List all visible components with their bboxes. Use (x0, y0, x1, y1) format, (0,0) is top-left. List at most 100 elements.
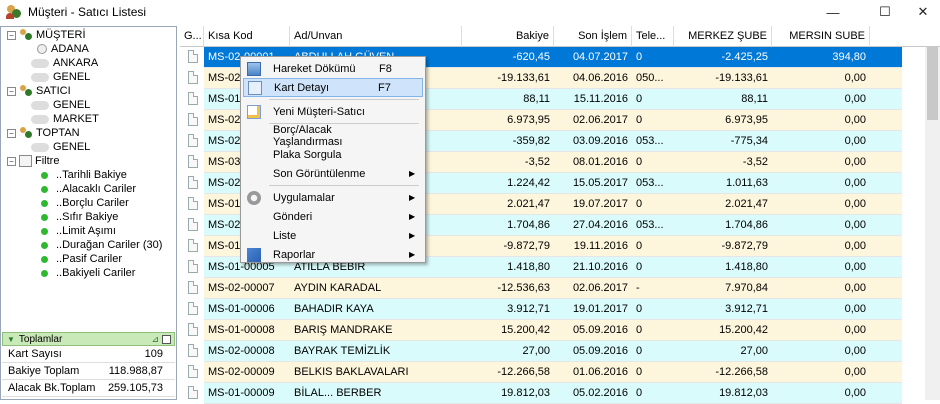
table-cell: 27,00 (522, 345, 550, 357)
vertical-scrollbar[interactable] (925, 47, 940, 400)
status-dot-icon (41, 227, 48, 235)
menu-item-yeni-müşteri-satıcı[interactable]: Yeni Müşteri-Satıcı (243, 102, 423, 121)
column-header-name[interactable]: Ad/Unvan (290, 26, 462, 47)
tree-item-genel[interactable]: GENEL (31, 70, 90, 84)
table-row[interactable]: MS-01-00006 BAHADIR KAYA 3.912,71 19.01.201… (180, 299, 902, 320)
tree-group-label: MÜŞTERİ (36, 29, 86, 41)
column-header-phone[interactable]: Tele... (632, 26, 674, 47)
table-cell: 04.06.2016 (572, 72, 628, 84)
status-dot-icon (41, 185, 48, 193)
table-cell: 2.021,47 (507, 198, 550, 210)
filter-item[interactable]: ..Bakiyeli Cariler (41, 266, 135, 280)
document-icon (180, 131, 204, 152)
category-icon (31, 72, 49, 82)
grid-header: G... Kısa Kod Ad/Unvan Bakiye Son İşlem … (180, 26, 940, 47)
collapse-icon[interactable]: − (7, 86, 16, 96)
table-row[interactable]: MS-02-00009 BELKIS BAKLAVALARI -12.266,58 0… (180, 362, 902, 383)
movement-report-icon (247, 61, 261, 76)
group-people-icon (19, 85, 33, 97)
tree-group-filtre[interactable]: − Filtre (7, 154, 59, 168)
table-cell: 03.09.2016 (572, 135, 628, 147)
table-cell: MS-02-00007 (208, 282, 275, 294)
minimize-button[interactable]: — (810, 0, 856, 24)
table-cell: 15.11.2016 (573, 93, 628, 105)
menu-item-kart-detayı[interactable]: Kart Detayı F7 (243, 78, 423, 97)
filter-item[interactable]: ..Durağan Cariler (30) (41, 238, 162, 252)
table-cell: 7.970,84 (725, 282, 768, 294)
table-cell: -9.872,79 (721, 240, 768, 252)
tree-group-toptan[interactable]: − TOPTAN (7, 126, 80, 140)
table-row[interactable]: MS-02-00008 BAYRAK TEMİZLİK 27,00 05.09.201… (180, 341, 902, 362)
tree-item-adana[interactable]: ADANA (31, 42, 89, 56)
table-cell: 19.01.2017 (572, 303, 628, 315)
column-header-mersin-sube[interactable]: MERSIN SUBE (772, 26, 870, 47)
checkbox[interactable] (162, 334, 171, 344)
filter-item[interactable]: ..Alacaklı Cariler (41, 182, 136, 196)
pointer-icon (37, 44, 47, 54)
table-cell: -12.536,63 (497, 282, 550, 294)
column-header-last-transaction[interactable]: Son İşlem (554, 26, 632, 47)
table-row[interactable]: MS-02-00007 AYDIN KARADAL -12.536,63 02.06.… (180, 278, 902, 299)
scrollbar-thumb[interactable] (927, 47, 938, 120)
filter-item[interactable]: ..Pasif Cariler (41, 252, 122, 266)
filter-item[interactable]: ..Limit Aşımı (41, 224, 116, 238)
menu-item-son-görüntülenme[interactable]: Son Görüntülenme ▶ (243, 164, 423, 183)
table-cell: 88,11 (741, 93, 768, 105)
close-button[interactable]: ✕ (900, 0, 940, 24)
totals-header[interactable]: ▼ Toplamlar ⊿ (2, 332, 175, 346)
submenu-arrow-icon: ▶ (409, 212, 416, 221)
menu-item-label: Borç/Alacak Yaşlandırması (273, 123, 343, 148)
collapse-arrow-icon[interactable]: ▼ (7, 335, 15, 344)
table-cell: 6.973,95 (725, 114, 768, 126)
menu-item-raporlar[interactable]: Raporlar ▶ (243, 245, 423, 264)
table-cell: -3,52 (742, 156, 768, 168)
table-cell: 08.01.2016 (572, 156, 628, 168)
tree-item-ankara[interactable]: ANKARA (31, 56, 98, 70)
collapse-icon[interactable]: − (7, 30, 16, 40)
pin-icon[interactable]: ⊿ (151, 334, 159, 345)
tree-group-satici[interactable]: − SATICI (7, 84, 71, 98)
menu-item-label: Uygulamalar (273, 191, 335, 204)
filter-label: ..Alacaklı Cariler (56, 183, 137, 195)
menu-item-uygulamalar[interactable]: Uygulamalar ▶ (243, 188, 423, 207)
menu-item-gönderi[interactable]: Gönderi ▶ (243, 207, 423, 226)
total-card-count: Kart Sayısı 109 (2, 346, 175, 363)
table-cell: 394,80 (832, 51, 866, 63)
table-cell: -2.425,25 (721, 51, 768, 63)
menu-item-label: Kart Detayı (274, 81, 330, 94)
column-header-group[interactable]: G... (180, 26, 204, 47)
table-cell: 0,00 (844, 72, 866, 84)
column-header-merkez-sube[interactable]: MERKEZ ŞUBE (674, 26, 772, 47)
table-cell: BAHADIR KAYA (294, 303, 374, 315)
filter-item[interactable]: ..Borçlu Cariler (41, 196, 129, 210)
table-row[interactable]: MS-01-00008 BARIŞ MANDRAKE 15.200,42 05.09.… (180, 320, 902, 341)
filter-list-icon (19, 155, 32, 167)
collapse-icon[interactable]: − (7, 156, 16, 166)
tree-item-genel[interactable]: GENEL (31, 98, 90, 112)
menu-item-label: Plaka Sorgula (273, 148, 342, 161)
menu-item-hareket-dökümü[interactable]: Hareket Dökümü F8 (243, 59, 423, 78)
new-customer-icon (247, 104, 261, 119)
tree-item-genel[interactable]: GENEL (31, 140, 90, 154)
column-header-code[interactable]: Kısa Kod (204, 26, 290, 47)
table-cell: 01.06.2016 (572, 366, 628, 378)
tree-item-market[interactable]: MARKET (31, 112, 99, 126)
menu-item-label: Raporlar (273, 248, 316, 261)
collapse-icon[interactable]: − (7, 128, 16, 138)
filter-item[interactable]: ..Sıfır Bakiye (41, 210, 118, 224)
table-cell: 0 (636, 366, 643, 378)
table-cell: 0 (636, 93, 643, 105)
table-row[interactable]: MS-01-00009 BİLAL... BERBER 19.812,03 05.02… (180, 383, 902, 404)
table-cell: 15.05.2017 (572, 177, 628, 189)
menu-item-plaka-sorgula[interactable]: Plaka Sorgula (243, 145, 423, 164)
filter-item[interactable]: ..Tarihli Bakiye (41, 168, 127, 182)
document-icon (180, 383, 204, 404)
table-cell: 0 (636, 114, 643, 126)
table-cell: BELKIS BAKLAVALARI (294, 366, 409, 378)
column-header-balance[interactable]: Bakiye (462, 26, 554, 47)
menu-item-liste[interactable]: Liste ▶ (243, 226, 423, 245)
submenu-arrow-icon: ▶ (409, 169, 416, 178)
tree-group-musteri[interactable]: − MÜŞTERİ (7, 28, 86, 42)
menu-item-borç-alacak-yaşlandırması[interactable]: Borç/Alacak Yaşlandırması (243, 123, 423, 148)
table-cell: -359,82 (512, 135, 550, 147)
